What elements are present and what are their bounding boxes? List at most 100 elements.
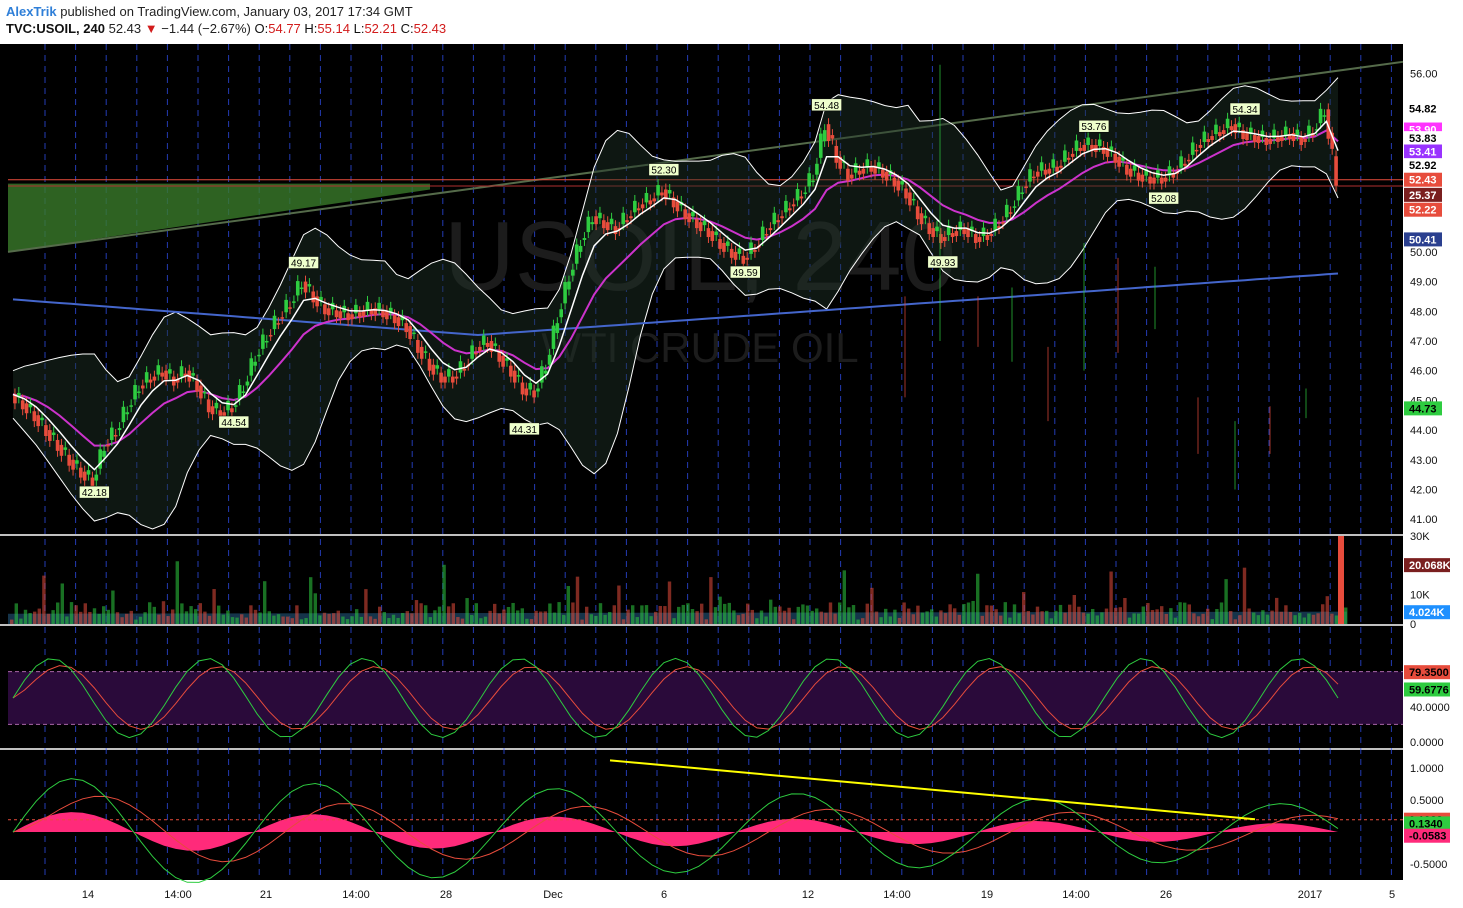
candle-body — [892, 177, 897, 187]
candle-body — [295, 281, 300, 296]
candle-body — [834, 145, 839, 163]
volume-bar — [428, 617, 432, 624]
volume-bar — [46, 613, 51, 624]
swing-label: 53.76 — [1081, 122, 1106, 133]
candle-body — [1221, 130, 1226, 135]
volume-bar — [989, 605, 994, 624]
time-tick: 14:00 — [164, 889, 192, 901]
volume-bar — [171, 609, 175, 624]
candle-body — [830, 135, 835, 139]
volume-bar — [571, 602, 575, 624]
candle-body — [621, 212, 625, 225]
candle-body — [629, 216, 633, 219]
candle-body — [931, 228, 935, 238]
candle-body — [644, 192, 649, 203]
candle-body — [1163, 177, 1168, 182]
candle-body — [1008, 212, 1013, 214]
volume-bar — [327, 613, 331, 624]
candle-body — [1113, 153, 1118, 163]
candle-body — [1132, 165, 1137, 171]
volume-bar — [1022, 592, 1026, 624]
volume-bar — [966, 602, 971, 624]
price-label: 54.82 — [1409, 104, 1437, 116]
volume-bar — [1311, 614, 1316, 624]
price-change: −1.44 (−2.67%) — [161, 21, 251, 36]
candle-body — [702, 220, 707, 226]
candle-body — [915, 206, 920, 220]
candle-body — [160, 372, 164, 377]
volume-bar — [1215, 609, 1219, 624]
candle-body — [261, 334, 265, 349]
volume-bar — [1256, 615, 1260, 624]
candle-body — [1117, 156, 1121, 167]
volume-bar — [782, 610, 787, 624]
volume-bar — [520, 608, 524, 624]
candle-body — [1039, 162, 1044, 171]
candle-body — [82, 471, 87, 481]
volume-bar — [447, 606, 451, 624]
volume-bar — [681, 604, 685, 624]
candle-body — [1187, 159, 1191, 162]
volume-bar — [1155, 609, 1159, 624]
candle-body — [815, 163, 819, 175]
price-tick: 46.00 — [1410, 366, 1438, 378]
candle-body — [636, 208, 641, 211]
candle-body — [311, 291, 316, 303]
volume-bar — [838, 602, 842, 624]
volume-bar — [83, 603, 87, 624]
volume-bar — [667, 581, 672, 624]
candle-body — [737, 248, 742, 254]
volume-bar — [437, 606, 442, 624]
trading-chart[interactable]: USOIL, 240WTI CRUDE OIL42.1844.5449.1744… — [0, 44, 1463, 908]
volume-bar — [350, 616, 354, 624]
macd-label: -0.0583 — [1409, 831, 1446, 843]
volume-bar — [92, 608, 97, 624]
author-link[interactable]: AlexTrik — [6, 4, 57, 19]
volume-bar — [686, 603, 690, 624]
candle-body — [660, 192, 664, 196]
volume-bar — [387, 618, 391, 624]
volume-bar — [764, 616, 768, 624]
volume-bar — [451, 603, 455, 624]
price-label: 52.92 — [1409, 160, 1437, 172]
candle-body — [1001, 222, 1005, 224]
candle-body — [1152, 177, 1156, 184]
volume-bar — [263, 581, 267, 624]
candle-body — [904, 188, 908, 199]
volume-bar — [939, 610, 943, 624]
price-label: 50.41 — [1409, 234, 1437, 246]
candle-body — [1078, 147, 1083, 151]
candle-body — [1322, 115, 1327, 117]
candle-body — [760, 226, 765, 240]
candle-body — [985, 235, 990, 240]
symbol-name[interactable]: TVC:USOIL, 240 — [6, 21, 105, 36]
volume-bar — [723, 603, 727, 624]
candle-body — [896, 180, 901, 191]
price-label: 53.41 — [1409, 147, 1437, 159]
time-scale-background — [0, 880, 1403, 908]
volume-bar — [1164, 613, 1168, 624]
volume-bar — [603, 614, 607, 624]
volume-bar — [391, 614, 396, 624]
candle-body — [908, 192, 912, 206]
time-tick: 28 — [440, 889, 452, 901]
volume-bar — [56, 602, 60, 624]
volume-bar — [934, 616, 938, 624]
volume-bar — [230, 617, 235, 624]
candle-body — [404, 323, 409, 333]
volume-label: 20.068K — [1409, 560, 1451, 572]
volume-bar — [511, 602, 515, 624]
swing-label: 52.08 — [1151, 194, 1176, 205]
swing-label: 49.17 — [291, 259, 316, 270]
volume-bar — [1298, 612, 1302, 624]
candle-body — [55, 439, 60, 451]
candle-body — [210, 406, 215, 415]
volume-bar — [1192, 613, 1196, 624]
stoch-label: 59.6776 — [1409, 684, 1449, 696]
candle-body — [129, 405, 133, 407]
volume-bar — [1058, 604, 1063, 624]
candle-body — [1074, 140, 1079, 151]
volume-bar — [1109, 571, 1113, 624]
candle-body — [191, 373, 195, 376]
volume-bar — [341, 616, 345, 624]
